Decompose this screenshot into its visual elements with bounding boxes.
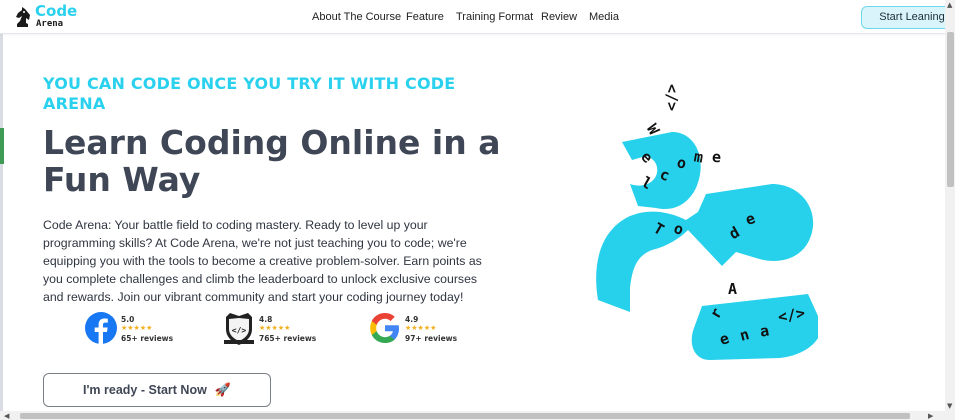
start-learning-button[interactable]: Start Leaning	[861, 6, 951, 29]
hero-description: Code Arena: Your battle field to coding …	[43, 218, 482, 304]
scroll-up-arrow-icon[interactable]: ▲	[947, 2, 952, 9]
rocket-icon: 🚀	[214, 382, 232, 397]
ready-start-now-button[interactable]: I'm ready - Start Now 🚀	[43, 373, 271, 407]
rating-facebook[interactable]: 5.0 ★★★★★ 65+ reviews	[84, 309, 204, 349]
rating-score: 4.8	[259, 315, 273, 324]
rating-google[interactable]: 4.9 ★★★★★ 97+ reviews	[368, 309, 488, 349]
art-glyph: </>	[776, 303, 807, 327]
rating-code-arena[interactable]: </> 4.8 ★★★★★ 765+ reviews	[222, 309, 342, 349]
art-glyph: </>	[663, 83, 682, 112]
hero-title: Learn Coding Online in a Fun Way	[43, 123, 501, 199]
welcome-shapes	[596, 132, 818, 360]
nav-about-course[interactable]: About The Course	[312, 11, 401, 24]
art-glyph: e	[711, 147, 722, 167]
vertical-scrollbar-thumb[interactable]	[947, 32, 954, 187]
svg-text:</>: </>	[232, 326, 247, 335]
nav-feature[interactable]: Feature	[406, 11, 444, 24]
logo[interactable]: Code Arena	[14, 4, 84, 30]
rating-score: 5.0	[121, 315, 135, 324]
code-arena-shield-icon: </>	[224, 313, 254, 345]
ready-button-label: I'm ready - Start Now	[82, 383, 207, 397]
window-edge	[0, 0, 3, 420]
nav-media[interactable]: Media	[589, 11, 619, 24]
scroll-left-arrow-icon[interactable]: ◀	[4, 413, 9, 420]
art-shape-middle	[596, 184, 814, 312]
site-header: Code Arena About The Course Feature Trai…	[0, 0, 951, 34]
facebook-icon	[85, 312, 117, 344]
rating-stars: ★★★★★	[405, 324, 437, 332]
welcome-artwork: </> W e l c o m e T o d e A r e n a </>	[590, 80, 830, 370]
knight-logo-icon	[16, 7, 30, 27]
rating-count: 65+ reviews	[121, 334, 174, 343]
hero-tagline: YOU CAN CODE ONCE YOU TRY IT WITH CODE A…	[43, 74, 456, 113]
logo-text-code: Code	[35, 2, 78, 20]
scroll-right-arrow-icon[interactable]: ▶	[928, 413, 933, 420]
rating-stars: ★★★★★	[121, 324, 153, 332]
rating-count: 765+ reviews	[259, 334, 317, 343]
rating-stars: ★★★★★	[259, 324, 291, 332]
art-glyph: A	[728, 280, 738, 298]
nav-review[interactable]: Review	[541, 11, 577, 24]
scroll-down-arrow-icon[interactable]: ▼	[947, 403, 952, 410]
rating-count: 97+ reviews	[405, 334, 458, 343]
horizontal-scrollbar-thumb[interactable]	[20, 413, 910, 419]
logo-text-arena: Arena	[36, 19, 64, 29]
window-edge-tab	[0, 128, 4, 164]
rating-score: 4.9	[405, 315, 419, 324]
page: Code Arena About The Course Feature Trai…	[0, 0, 955, 420]
nav-training-format[interactable]: Training Format	[456, 11, 533, 24]
google-icon	[370, 313, 399, 343]
